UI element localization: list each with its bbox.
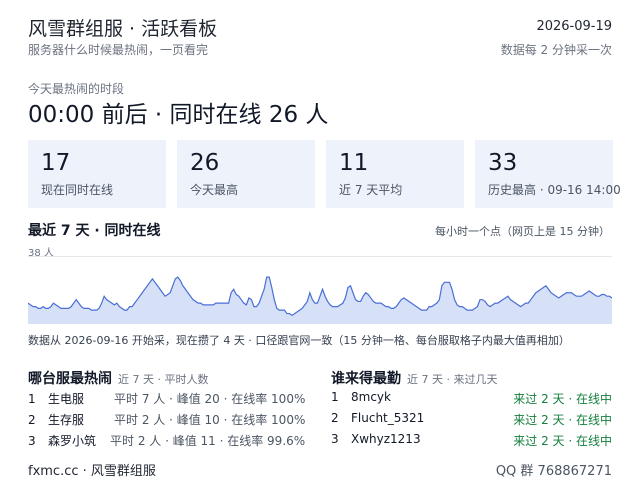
player-row: 3 Xwhyz1213 bbox=[331, 432, 421, 446]
stat-number: 11 bbox=[339, 150, 369, 176]
server-detail: 平时 2 人 · 峰值 11 · 在线率 99.6% bbox=[110, 434, 306, 448]
stat-label: 近 7 天平均 bbox=[339, 183, 403, 197]
server-name: 森罗小筑 bbox=[48, 434, 97, 448]
player-row: 1 8mcyk bbox=[331, 390, 391, 404]
player-status: 来过 2 天 · 在线中 bbox=[513, 413, 612, 427]
stat-label: 今天最高 bbox=[190, 183, 239, 197]
online-players-chart bbox=[28, 256, 612, 324]
chart-title: 最近 7 天 · 同时在线 bbox=[28, 223, 161, 239]
peak-value: 00:00 前后 · 同时在线 26 人 bbox=[28, 102, 329, 128]
player-name: 8mcyk bbox=[351, 390, 391, 404]
player-rank: 3 bbox=[331, 432, 339, 446]
page-subtitle: 服务器什么时候最热闹，一页看完 bbox=[28, 43, 209, 57]
player-row: 2 Flucht_5321 bbox=[331, 411, 424, 425]
stat-card-today-max: 26 今天最高 bbox=[177, 140, 315, 208]
server-row: 3 森罗小筑 平时 2 人 · 峰值 11 · 在线率 99.6% bbox=[28, 432, 305, 449]
server-name: 生存服 bbox=[48, 413, 85, 427]
stat-card-current: 17 现在同时在线 bbox=[28, 140, 166, 208]
server-name: 生电服 bbox=[48, 392, 85, 406]
data-footnote: 数据从 2026-09-16 开始采，现在攒了 4 天 · 口径跟官网一致（15… bbox=[28, 334, 570, 347]
stat-number: 17 bbox=[41, 150, 71, 176]
footer-site: fxmc.cc · 风雪群组服 bbox=[28, 464, 156, 479]
servers-section-title: 哪台服最热闹 bbox=[28, 371, 112, 387]
player-status: 来过 2 天 · 在线中 bbox=[513, 434, 612, 448]
server-detail: 平时 2 人 · 峰值 10 · 在线率 100% bbox=[114, 413, 306, 427]
stat-card-7day-avg: 11 近 7 天平均 bbox=[326, 140, 464, 208]
player-status: 来过 2 天 · 在线中 bbox=[513, 392, 612, 406]
stat-number: 33 bbox=[488, 150, 518, 176]
page-title: 风雪群组服 · 活跃看板 bbox=[28, 18, 218, 40]
update-frequency-note: 数据每 2 分钟采一次 bbox=[500, 43, 612, 57]
stat-card-all-time-max: 33 历史最高 · 09-16 14:00 bbox=[475, 140, 621, 208]
stat-number: 26 bbox=[190, 150, 220, 176]
server-detail: 平时 7 人 · 峰值 20 · 在线率 100% bbox=[114, 392, 306, 406]
footer-qq-group: QQ 群 768867271 bbox=[495, 464, 612, 479]
server-rank: 3 bbox=[28, 434, 36, 448]
player-name: Xwhyz1213 bbox=[351, 432, 421, 446]
stat-label: 历史最高 · 09-16 14:00 bbox=[488, 183, 621, 197]
servers-section-header: 哪台服最热闹近 7 天 · 平时人数 bbox=[28, 368, 208, 388]
players-section-title: 谁来得最勤 bbox=[331, 371, 401, 387]
server-row: 2 生存服 平时 2 人 · 峰值 10 · 在线率 100% bbox=[28, 411, 305, 428]
player-rank: 2 bbox=[331, 411, 339, 425]
players-section-subtitle: 近 7 天 · 来过几天 bbox=[407, 373, 498, 386]
stat-label: 现在同时在线 bbox=[41, 183, 114, 197]
players-section-header: 谁来得最勤近 7 天 · 来过几天 bbox=[331, 368, 497, 388]
server-rank: 1 bbox=[28, 392, 36, 406]
server-rank: 2 bbox=[28, 413, 36, 427]
player-name: Flucht_5321 bbox=[351, 411, 425, 425]
servers-section-subtitle: 近 7 天 · 平时人数 bbox=[118, 373, 209, 386]
chart-area-fill bbox=[28, 277, 612, 324]
player-rank: 1 bbox=[331, 390, 339, 404]
chart-note: 每小时一个点（网页上是 15 分钟） bbox=[435, 225, 610, 238]
server-row: 1 生电服 平时 7 人 · 峰值 20 · 在线率 100% bbox=[28, 390, 305, 407]
current-date: 2026-09-19 bbox=[536, 19, 612, 34]
